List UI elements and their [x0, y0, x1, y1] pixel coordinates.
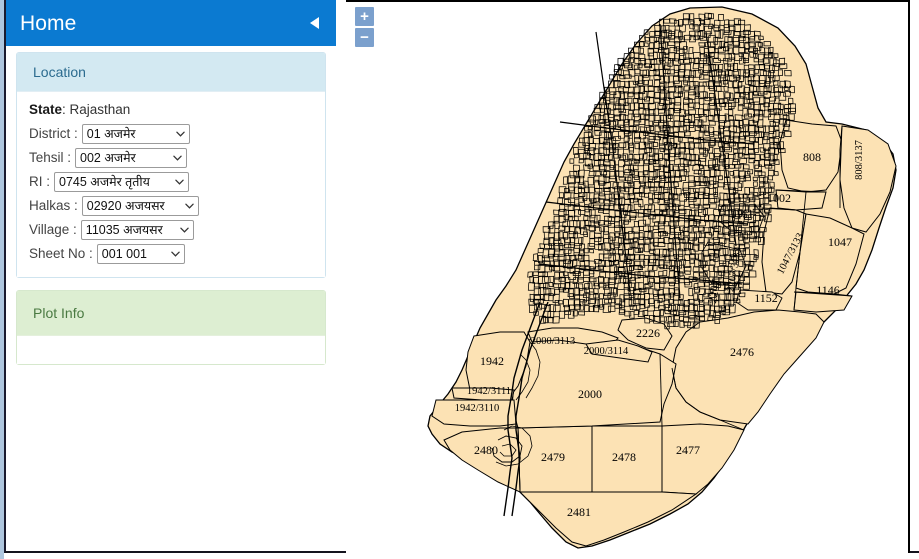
map-parcel-label: 2480 [474, 443, 498, 457]
map-parcel-label: 1047 [828, 235, 852, 249]
ri-select-value: 0745 अजमेर तृतीय [59, 174, 150, 189]
plot-info-panel: Plot Info [16, 290, 326, 365]
village-row: Village : 11035 अजयसर [29, 219, 317, 240]
map-parcel-label: 2476 [730, 345, 754, 359]
sheet-no-select[interactable]: 001 001 [96, 243, 185, 264]
halkas-select[interactable]: 02920 अजयसर [81, 195, 199, 216]
map-parcel-label: 2478 [612, 450, 636, 464]
map-parcel-label: 2000/3113 [531, 336, 576, 347]
halkas-row: Halkas : 02920 अजयसर [29, 195, 317, 216]
halkas-select-value: 02920 अजयसर [86, 198, 165, 213]
village-select-value: 11035 अजयसर [85, 222, 163, 237]
chevron-down-icon [173, 155, 182, 161]
district-select[interactable]: 01 अजमेर [81, 123, 190, 144]
map-parcel-label: 808 [803, 150, 821, 164]
ri-row: RI : 0745 अजमेर तृतीय [29, 171, 317, 192]
cadastral-map-svg[interactable]: 808 808/313710021047/3133 1047114611611152… [346, 2, 906, 551]
chevron-down-icon [171, 251, 180, 257]
plot-info-panel-title: Plot Info [17, 291, 325, 335]
page-title: Home [20, 11, 77, 35]
sheet-no-label: Sheet No : [29, 246, 93, 261]
state-row: State: Rajasthan [29, 102, 317, 117]
plot-info-panel-body [17, 335, 325, 364]
state-value: : Rajasthan [62, 102, 131, 117]
tehsil-select[interactable]: 002 अजमेर [75, 147, 188, 168]
map-parcel-label: 1942 [480, 354, 504, 368]
district-row: District : 01 अजमेर [29, 123, 317, 144]
map-parcel-label: 2477 [676, 443, 700, 457]
map-parcel-label: 1152 [754, 291, 778, 305]
village-label: Village : [29, 222, 77, 237]
map-parcel-label: 1942/3111 [467, 386, 511, 397]
chevron-down-icon [185, 203, 194, 209]
map-parcel-label: 1942/3110 [455, 403, 500, 414]
halkas-label: Halkas : [29, 198, 78, 213]
state-label: State [29, 102, 63, 117]
sheet-no-row: Sheet No : 001 001 [29, 243, 317, 264]
map-parcel-label: 2000 [578, 387, 602, 401]
district-label: District : [29, 126, 78, 141]
sheet-no-select-value: 001 001 [101, 246, 147, 261]
application-root: Home Location State: Rajasthan District … [0, 0, 919, 559]
map-parcel-label: 2000/3114 [584, 346, 629, 357]
map-viewport[interactable]: + − 808 808/3137 1002 1047/3133 1047 1146 1161… [346, 0, 910, 553]
map-parcel[interactable] [518, 491, 698, 547]
map-zoom-controls: + − [355, 7, 374, 47]
map-parcel-shapes [427, 6, 897, 549]
sidebar-panel: Home Location State: Rajasthan District … [6, 0, 336, 365]
map-parcel-label: 1146 [816, 283, 840, 297]
village-select[interactable]: 11035 अजयसर [80, 219, 194, 240]
zoom-out-button[interactable]: − [355, 28, 374, 47]
chevron-left-icon[interactable] [306, 13, 322, 33]
location-panel-body: State: Rajasthan District : 01 अजमेर Teh… [17, 91, 325, 277]
chevron-down-icon [176, 131, 185, 137]
map-parcel-label: 2479 [541, 450, 565, 464]
chevron-down-icon [175, 179, 184, 185]
map-parcel-label: 2226 [636, 326, 660, 340]
cadastral-map[interactable]: 808 808/3137 1002 1047/3133 1047 1146 1161 1152… [346, 2, 908, 553]
map-parcel[interactable] [661, 423, 745, 495]
district-select-value: 01 अजमेर [86, 126, 136, 141]
location-panel-title: Location [17, 53, 325, 91]
sidebar-header: Home [6, 0, 336, 46]
location-panel: Location State: Rajasthan District : 01 … [16, 52, 326, 278]
map-parcel-label: 808/3137 [854, 140, 865, 180]
map-parcel-label: 2481 [567, 505, 591, 519]
tehsil-label: Tehsil : [29, 150, 72, 165]
ri-select[interactable]: 0745 अजमेर तृतीय [54, 171, 190, 192]
zoom-in-button[interactable]: + [355, 7, 374, 26]
map-parcel-label: 1002 [767, 191, 791, 205]
tehsil-select-value: 002 अजमेर [80, 150, 136, 165]
map-parcel[interactable] [839, 125, 897, 233]
chevron-down-icon [180, 227, 189, 233]
map-parcel-label: 1161 [730, 207, 754, 221]
ri-label: RI : [29, 174, 51, 189]
tehsil-row: Tehsil : 002 अजमेर [29, 147, 317, 168]
